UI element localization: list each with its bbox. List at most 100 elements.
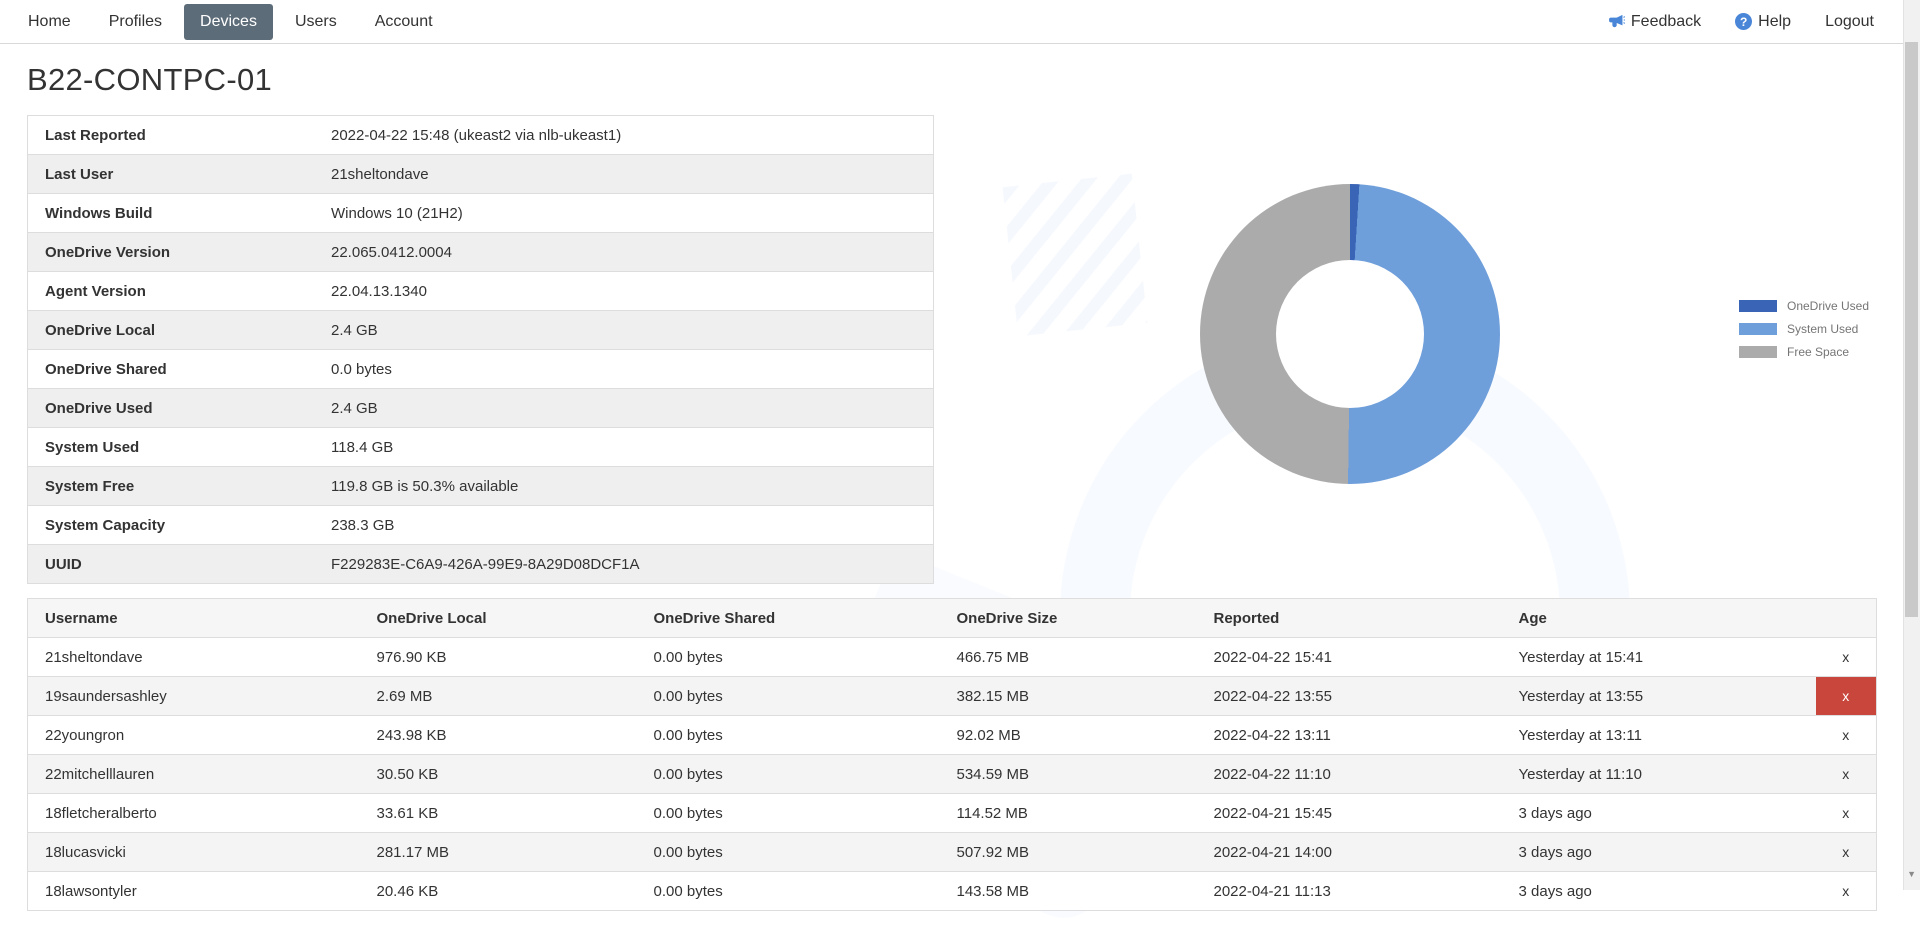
legend-swatch-onedrive-used — [1739, 300, 1777, 312]
delete-user-button[interactable]: x — [1816, 638, 1877, 676]
table-row: 21sheltondave976.90 KB0.00 bytes466.75 M… — [28, 638, 1877, 677]
help-link[interactable]: ? Help — [1735, 13, 1791, 31]
username-cell: 18lucasvicki — [28, 833, 360, 872]
chart-legend: OneDrive Used System Used Free Space — [1739, 299, 1869, 359]
nav-item-users[interactable]: Users — [279, 4, 353, 40]
onedrive-shared-cell: 0.00 bytes — [637, 677, 940, 716]
onedrive-size-cell: 382.15 MB — [940, 677, 1197, 716]
onedrive-shared-cell: 0.00 bytes — [637, 638, 940, 677]
details-label: System Free — [28, 467, 332, 506]
details-value: 238.3 GB — [331, 506, 934, 545]
age-cell: Yesterday at 13:11 — [1502, 716, 1816, 755]
onedrive-size-cell: 534.59 MB — [940, 755, 1197, 794]
onedrive-local-cell: 2.69 MB — [360, 677, 637, 716]
details-row: Last Reported2022-04-22 15:48 (ukeast2 v… — [28, 116, 934, 155]
table-row: 19saundersashley2.69 MB0.00 bytes382.15 … — [28, 677, 1877, 716]
delete-user-button[interactable]: x — [1816, 716, 1877, 754]
delete-user-button[interactable]: x — [1816, 872, 1877, 910]
details-label: OneDrive Shared — [28, 350, 332, 389]
scrollbar-thumb[interactable] — [1905, 42, 1918, 617]
onedrive-size-cell: 143.58 MB — [940, 872, 1197, 911]
feedback-link[interactable]: Feedback — [1608, 13, 1701, 31]
username-cell: 22youngron — [28, 716, 360, 755]
actions-cell: x — [1816, 638, 1877, 677]
details-value: F229283E-C6A9-426A-99E9-8A29D08DCF1A — [331, 545, 934, 584]
onedrive-shared-cell: 0.00 bytes — [637, 872, 940, 911]
logout-label: Logout — [1825, 13, 1874, 31]
reported-cell: 2022-04-22 11:10 — [1197, 755, 1502, 794]
details-label: OneDrive Used — [28, 389, 332, 428]
nav-item-account[interactable]: Account — [359, 4, 449, 40]
table-row: 18lawsontyler20.46 KB0.00 bytes143.58 MB… — [28, 872, 1877, 911]
page-title: B22-CONTPC-01 — [27, 62, 272, 98]
onedrive-size-cell: 114.52 MB — [940, 794, 1197, 833]
age-cell: 3 days ago — [1502, 872, 1816, 911]
details-value: 2022-04-22 15:48 (ukeast2 via nlb-ukeast… — [331, 116, 934, 155]
onedrive-size-cell: 92.02 MB — [940, 716, 1197, 755]
delete-user-button[interactable]: x — [1816, 794, 1877, 832]
details-label: System Used — [28, 428, 332, 467]
onedrive-local-cell: 33.61 KB — [360, 794, 637, 833]
reported-cell: 2022-04-21 15:45 — [1197, 794, 1502, 833]
details-label: System Capacity — [28, 506, 332, 545]
reported-cell: 2022-04-21 14:00 — [1197, 833, 1502, 872]
delete-user-button[interactable]: x — [1816, 677, 1877, 715]
feedback-label: Feedback — [1631, 13, 1701, 31]
actions-cell: x — [1816, 794, 1877, 833]
nav-item-devices[interactable]: Devices — [184, 4, 273, 40]
column-header-onedrive-shared: OneDrive Shared — [637, 599, 940, 638]
username-cell: 18fletcheralberto — [28, 794, 360, 833]
table-row: 22youngron243.98 KB0.00 bytes92.02 MB202… — [28, 716, 1877, 755]
details-row: Agent Version22.04.13.1340 — [28, 272, 934, 311]
details-value: 22.04.13.1340 — [331, 272, 934, 311]
username-cell: 21sheltondave — [28, 638, 360, 677]
username-cell: 18lawsontyler — [28, 872, 360, 911]
nav-utility: Feedback ? Help Logout — [1608, 13, 1874, 31]
storage-chart — [1200, 184, 1500, 484]
details-label: OneDrive Version — [28, 233, 332, 272]
details-label: Last Reported — [28, 116, 332, 155]
nav-item-profiles[interactable]: Profiles — [93, 4, 178, 40]
details-value: 22.065.0412.0004 — [331, 233, 934, 272]
legend-swatch-free-space — [1739, 346, 1777, 358]
donut-chart — [1200, 184, 1500, 484]
delete-user-button[interactable]: x — [1816, 833, 1877, 871]
actions-cell: x — [1816, 716, 1877, 755]
details-label: Agent Version — [28, 272, 332, 311]
legend-item-free-space: Free Space — [1739, 345, 1869, 359]
onedrive-size-cell: 466.75 MB — [940, 638, 1197, 677]
actions-cell: x — [1816, 677, 1877, 716]
top-navbar: Home Profiles Devices Users Account Feed… — [0, 0, 1920, 44]
help-label: Help — [1758, 13, 1791, 31]
reported-cell: 2022-04-22 15:41 — [1197, 638, 1502, 677]
scrollbar-down-arrow-icon[interactable]: ▼ — [1907, 869, 1916, 879]
column-header-onedrive-size: OneDrive Size — [940, 599, 1197, 638]
user-usage-table: Username OneDrive Local OneDrive Shared … — [27, 598, 1877, 911]
column-header-onedrive-local: OneDrive Local — [360, 599, 637, 638]
age-cell: 3 days ago — [1502, 794, 1816, 833]
details-value: 2.4 GB — [331, 389, 934, 428]
onedrive-size-cell: 507.92 MB — [940, 833, 1197, 872]
legend-label: OneDrive Used — [1787, 299, 1869, 313]
table-row: 18lucasvicki281.17 MB0.00 bytes507.92 MB… — [28, 833, 1877, 872]
nav-item-home[interactable]: Home — [12, 4, 87, 40]
details-row: OneDrive Version22.065.0412.0004 — [28, 233, 934, 272]
onedrive-shared-cell: 0.00 bytes — [637, 794, 940, 833]
username-cell: 22mitchelllauren — [28, 755, 360, 794]
legend-label: System Used — [1787, 322, 1858, 336]
delete-user-button[interactable]: x — [1816, 755, 1877, 793]
table-row: 18fletcheralberto33.61 KB0.00 bytes114.5… — [28, 794, 1877, 833]
reported-cell: 2022-04-22 13:55 — [1197, 677, 1502, 716]
table-row: 22mitchelllauren30.50 KB0.00 bytes534.59… — [28, 755, 1877, 794]
logout-link[interactable]: Logout — [1825, 13, 1874, 31]
onedrive-local-cell: 976.90 KB — [360, 638, 637, 677]
details-label: Windows Build — [28, 194, 332, 233]
age-cell: 3 days ago — [1502, 833, 1816, 872]
scrollbar[interactable]: ▼ — [1903, 0, 1920, 890]
reported-cell: 2022-04-21 11:13 — [1197, 872, 1502, 911]
reported-cell: 2022-04-22 13:11 — [1197, 716, 1502, 755]
details-row: UUIDF229283E-C6A9-426A-99E9-8A29D08DCF1A — [28, 545, 934, 584]
details-label: UUID — [28, 545, 332, 584]
details-row: OneDrive Shared0.0 bytes — [28, 350, 934, 389]
watermark-stripes — [1003, 174, 1148, 337]
